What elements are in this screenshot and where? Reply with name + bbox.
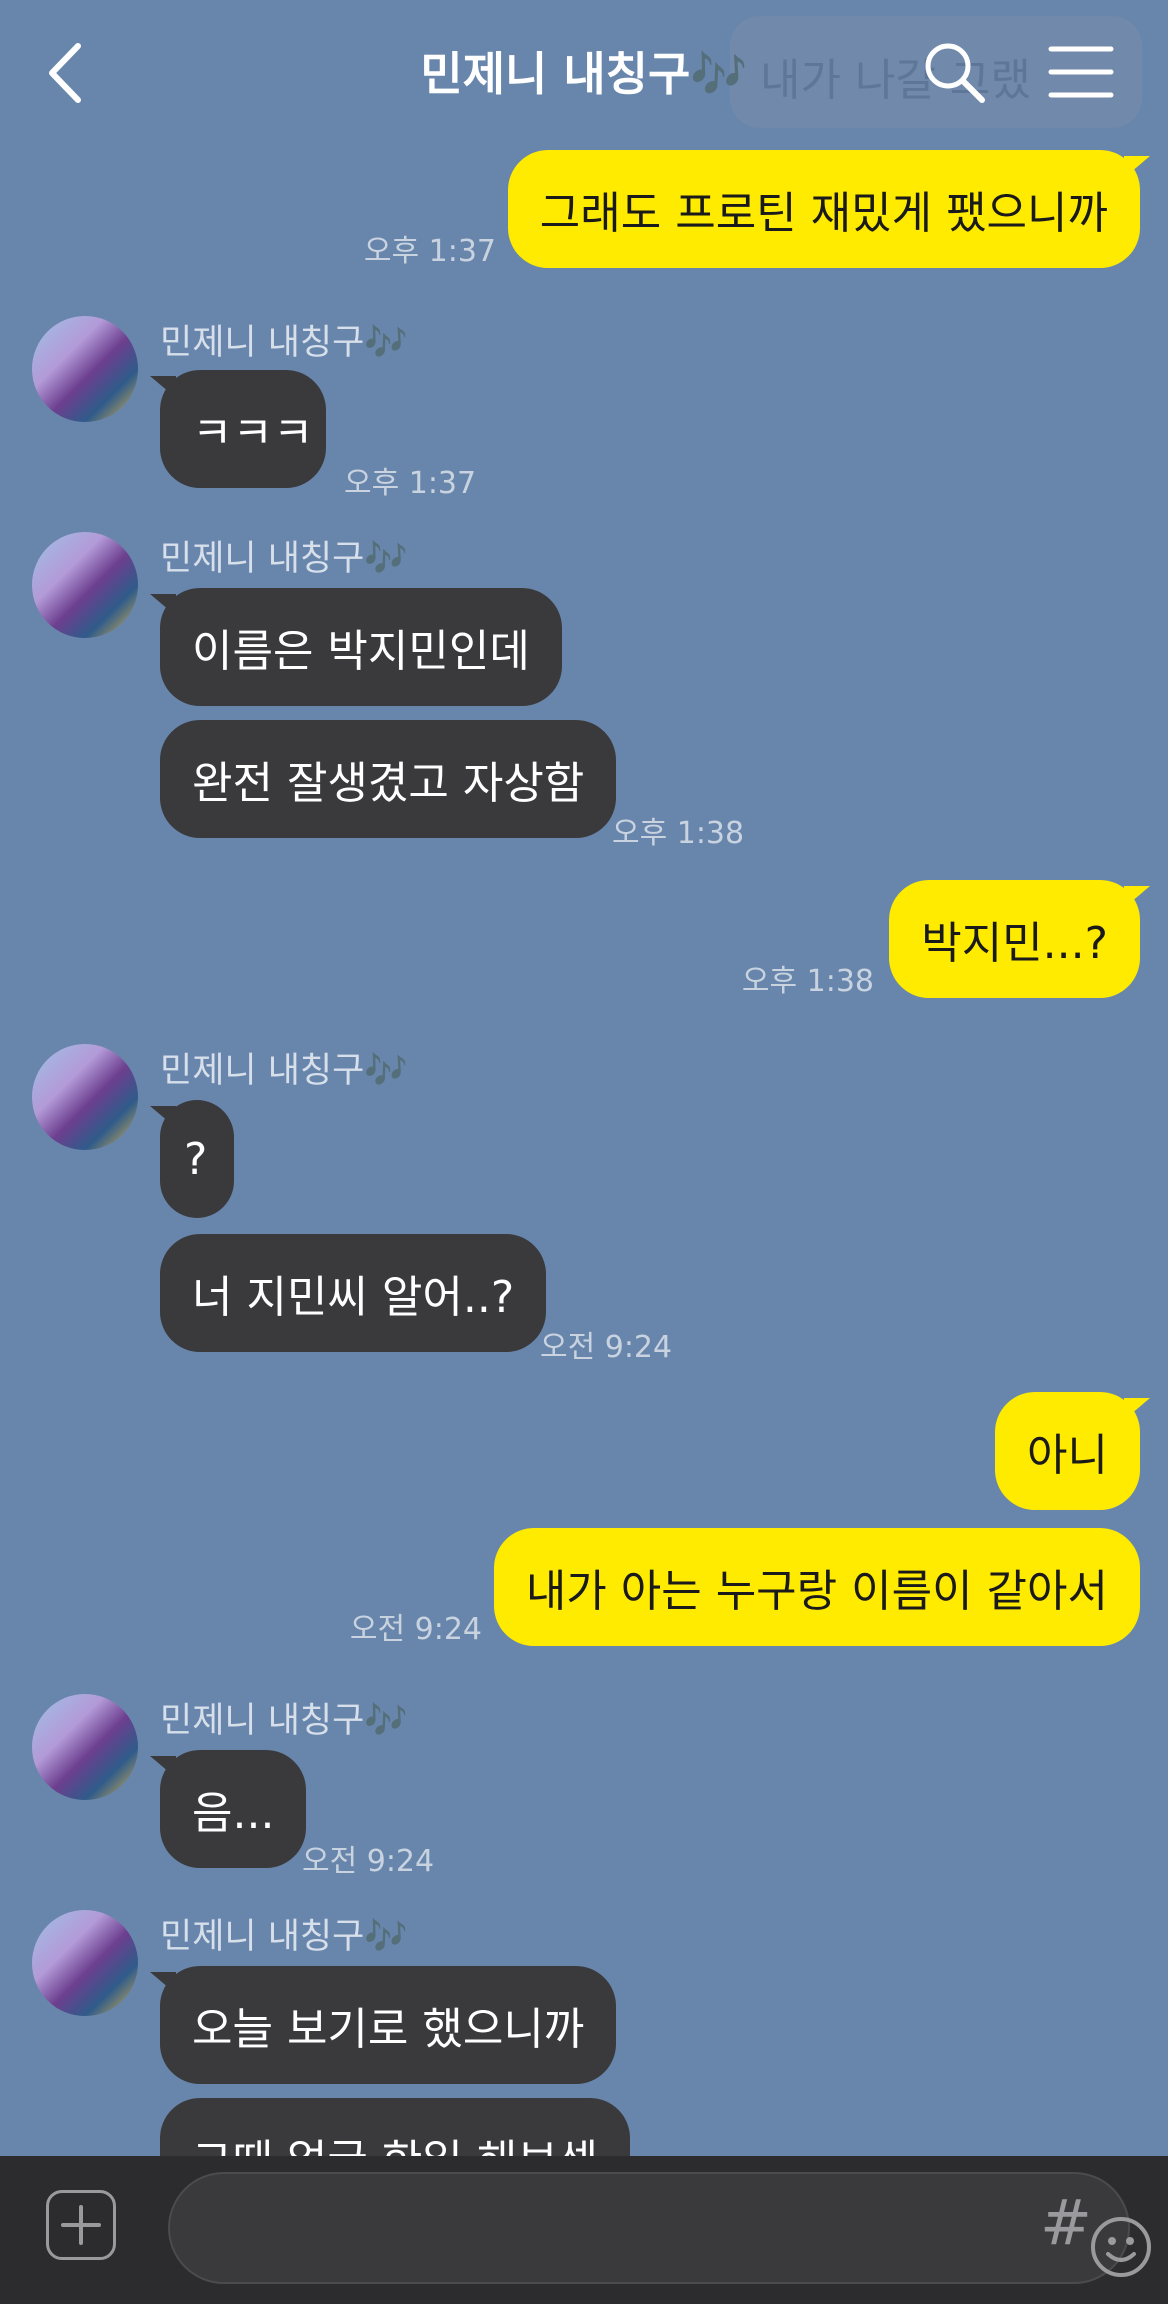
message-bubble-theirs[interactable]: 완전 잘생겼고 자상함 — [160, 720, 617, 838]
sender-name: 민제니 내칭구🎶 — [160, 539, 408, 579]
message-time: 오전 9:24 — [540, 1330, 673, 1365]
sender-name: 민제니 내칭구🎶 — [160, 323, 408, 363]
search-button[interactable] — [920, 38, 990, 108]
sender-avatar[interactable] — [32, 1910, 138, 2016]
message-time: 오후 1:38 — [612, 816, 745, 851]
message-bubble-theirs[interactable]: ? — [150, 1100, 234, 1218]
message-text: 너 지민씨 알어..? — [192, 1272, 515, 1323]
chat-title: 민제니 내칭구🎶 — [420, 47, 748, 101]
message-bubble-mine[interactable]: 박지민...? — [889, 880, 1150, 998]
message-bubble-theirs[interactable]: ㅋㅋㅋ — [150, 370, 326, 488]
menu-icon — [1048, 46, 1114, 98]
message-input[interactable] — [168, 2172, 1151, 2284]
emoji-icon — [1091, 2217, 1151, 2277]
message-text: 아니 — [1027, 1430, 1108, 1481]
sender-name: 민제니 내칭구🎶 — [160, 1917, 408, 1957]
message-bubble-mine[interactable]: 그래도 프로틴 재밌게 팼으니까 — [507, 150, 1151, 268]
message-text: 박지민...? — [921, 918, 1108, 969]
attach-button[interactable] — [46, 2190, 116, 2260]
message-text: 완전 잘생겼고 자상함 — [192, 758, 585, 809]
message-text: ? — [184, 1133, 208, 1185]
sender-name: 민제니 내칭구🎶 — [160, 1701, 408, 1741]
message-bubble-theirs[interactable]: 음... — [149, 1750, 307, 1868]
message-bubble-mine[interactable]: 아니 — [995, 1392, 1150, 1510]
message-bubble-theirs[interactable]: 이름은 박지민인데 — [150, 588, 562, 706]
plus-icon — [61, 2205, 101, 2245]
message-text: 이름은 박지민인데 — [192, 626, 530, 677]
sender-avatar[interactable] — [32, 1044, 138, 1150]
message-bubble-theirs[interactable]: 너 지민씨 알어..? — [160, 1234, 547, 1352]
message-text: 내가 아는 누구랑 이름이 같아서 — [525, 1566, 1108, 1617]
emoji-button[interactable] — [1088, 2214, 1154, 2280]
message-text: 그래도 프로틴 재밌게 팼으니까 — [539, 188, 1108, 239]
message-text: 오늘 보기로 했으니까 — [192, 2004, 585, 2055]
sender-avatar[interactable] — [32, 1694, 138, 1800]
input-bar: # — [0, 2156, 1168, 2304]
menu-button[interactable] — [1048, 44, 1114, 100]
message-bubble-theirs[interactable]: 오늘 보기로 했으니까 — [149, 1966, 617, 2084]
message-bubble-mine[interactable]: 내가 아는 누구랑 이름이 같아서 — [493, 1528, 1140, 1646]
chat-header: 내가 나갈 그랬 민제니 내칭구🎶 — [0, 0, 1168, 140]
search-icon — [925, 43, 985, 103]
hashtag-button[interactable]: # — [1040, 2186, 1092, 2259]
sender-name: 민제니 내칭구🎶 — [160, 1051, 408, 1091]
message-text: ㅋㅋㅋ — [192, 408, 314, 459]
message-time: 오전 9:24 — [302, 1844, 435, 1879]
message-time: 오후 1:37 — [363, 234, 496, 269]
message-text: 음... — [192, 1788, 275, 1839]
sender-avatar[interactable] — [32, 316, 138, 422]
message-time: 오후 1:38 — [741, 964, 874, 999]
message-time: 오전 9:24 — [349, 1612, 482, 1647]
chat-screen: 내가 나갈 그랬 민제니 내칭구🎶 그래도 프로틴 재밌게 팼으니까 오후 1:… — [0, 0, 1168, 2304]
sender-avatar[interactable] — [32, 532, 138, 638]
message-time: 오후 1:37 — [344, 466, 477, 501]
